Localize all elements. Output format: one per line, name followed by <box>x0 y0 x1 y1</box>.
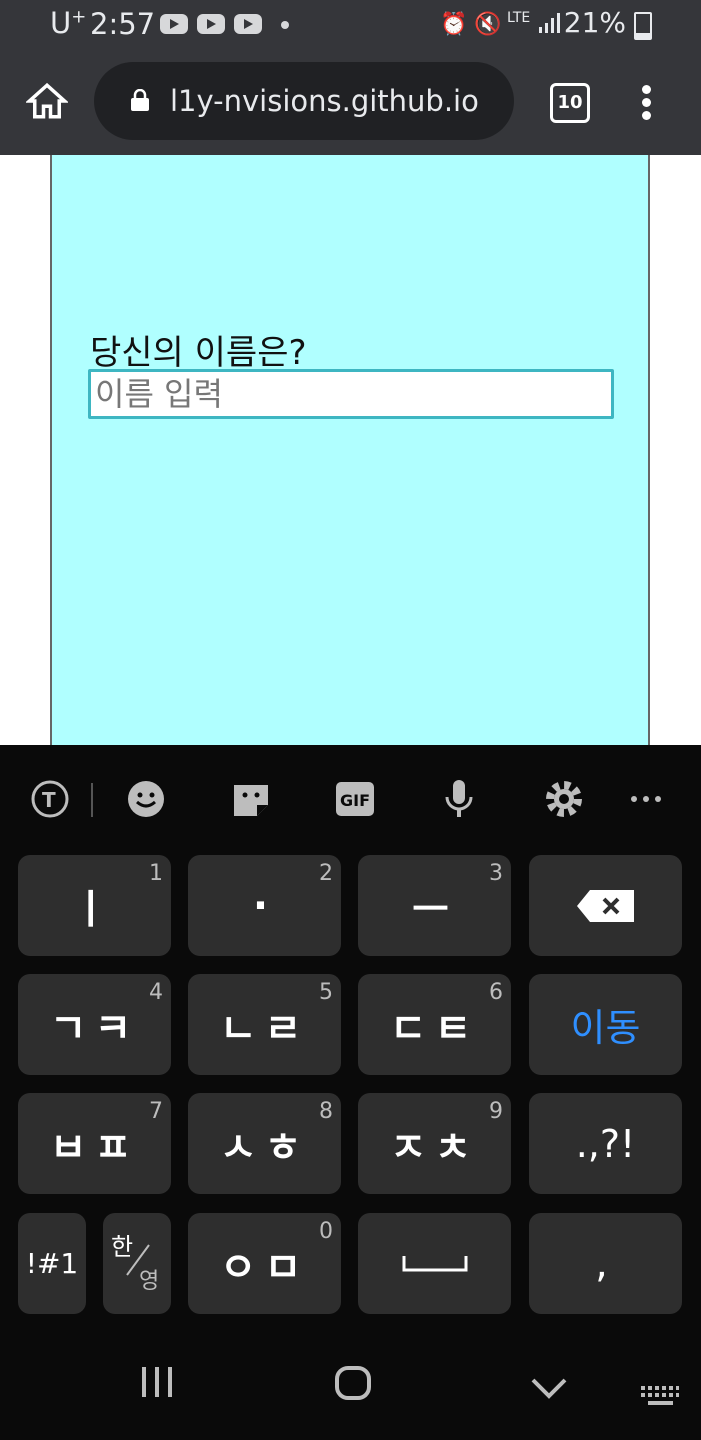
key-label: !#1 <box>25 1247 79 1280</box>
mute-icon: 🔇 <box>474 12 502 37</box>
youtube-notification-icon <box>197 14 225 34</box>
key-label: ㅡ <box>412 886 457 933</box>
key-number: 6 <box>489 980 503 1005</box>
settings-icon[interactable] <box>542 777 586 821</box>
comma-key[interactable]: , <box>529 1213 682 1314</box>
next-key[interactable]: 이동 <box>529 974 682 1075</box>
mic-icon[interactable] <box>437 777 481 821</box>
youtube-notification-icon <box>160 14 188 34</box>
key-label: ㅇㅁ <box>219 1244 310 1291</box>
name-question: 당신의 이름은? <box>90 333 307 373</box>
key-bieup-pieup[interactable]: 7 ㅂㅍ <box>18 1093 171 1194</box>
overflow-menu-button[interactable] <box>640 85 652 121</box>
key-label: · <box>252 882 277 929</box>
key-label: ㅈㅊ <box>389 1124 480 1171</box>
name-input[interactable] <box>88 369 614 419</box>
key-number: 4 <box>149 980 163 1005</box>
more-icon[interactable] <box>624 777 668 821</box>
key-number: 5 <box>319 980 333 1005</box>
symbols-key[interactable]: !#1 <box>18 1213 86 1314</box>
key-label: , <box>595 1240 616 1287</box>
keyboard-switch-icon[interactable] <box>640 1385 680 1407</box>
home-nav-icon[interactable] <box>334 1365 372 1401</box>
youtube-notification-icon <box>234 14 262 34</box>
space-key[interactable] <box>358 1213 511 1314</box>
home-button[interactable] <box>24 80 70 122</box>
key-siot-hieut[interactable]: 8 ㅅㅎ <box>188 1093 341 1194</box>
key-jieut-chieut[interactable]: 9 ㅈㅊ <box>358 1093 511 1194</box>
lang-english-label: 영 <box>139 1269 160 1294</box>
key-label: ㄴㄹ <box>219 1005 310 1052</box>
signal-icon <box>538 12 560 40</box>
key-label: ㄱㅋ <box>49 1005 140 1052</box>
battery-icon <box>634 12 652 40</box>
key-ieung-mieum[interactable]: 0 ㅇㅁ <box>188 1213 341 1314</box>
key-label: .,?! <box>575 1121 636 1166</box>
soft-keyboard: T GIF 1 ㅣ 2 · 3 ㅡ 4 ㄱㅋ 5 ㄴㄹ 6 ㄷㅌ 이동 7 ㅂㅍ… <box>0 745 701 1440</box>
language-switch-key[interactable]: 한 영 <box>103 1213 171 1314</box>
alarm-icon: ⏰ <box>440 12 468 37</box>
lte-icon: LTE <box>507 10 531 26</box>
key-vowel-dot[interactable]: 2 · <box>188 855 341 956</box>
home-icon <box>24 82 70 119</box>
key-nieun-rieul[interactable]: 5 ㄴㄹ <box>188 974 341 1075</box>
clock: 2:57 <box>90 7 156 41</box>
url-text: l1y-nvisions.github.io <box>170 84 479 118</box>
tab-switcher-button[interactable]: 10 <box>550 83 590 123</box>
key-number: 2 <box>319 861 333 886</box>
key-label: 이동 <box>570 1006 641 1050</box>
carrier-label: U+ <box>50 6 87 40</box>
key-vowel-eu[interactable]: 3 ㅡ <box>358 855 511 956</box>
key-digeut-tieut[interactable]: 6 ㄷㅌ <box>358 974 511 1075</box>
gif-icon[interactable]: GIF <box>333 777 377 821</box>
translate-icon[interactable]: T <box>28 777 72 821</box>
battery-percentage: 21% <box>563 6 626 39</box>
key-number: 1 <box>149 861 163 886</box>
key-label: ㅂㅍ <box>49 1124 140 1171</box>
menu-dot-icon <box>641 111 651 120</box>
key-number: 8 <box>319 1099 333 1124</box>
content-panel: 당신의 이름은? <box>50 155 650 745</box>
menu-dot-icon <box>641 85 651 94</box>
status-bar: U+ 2:57 ⏰ 🔇 LTE 21% <box>0 0 701 50</box>
key-giyeok-kieuk[interactable]: 4 ㄱㅋ <box>18 974 171 1075</box>
hide-keyboard-icon[interactable] <box>530 1377 568 1401</box>
toolbar-divider <box>91 783 93 817</box>
browser-toolbar: l1y-nvisions.github.io 10 <box>0 50 701 155</box>
space-icon <box>402 1255 467 1271</box>
key-label: ㄷㅌ <box>389 1005 480 1052</box>
svg-text:T: T <box>42 788 56 812</box>
key-label: ㅣ <box>72 886 117 933</box>
more-notifications-icon <box>281 21 289 29</box>
svg-text:GIF: GIF <box>340 791 370 810</box>
key-number: 9 <box>489 1099 503 1124</box>
key-number: 3 <box>489 861 503 886</box>
key-label: ㅅㅎ <box>219 1124 310 1171</box>
sticker-icon[interactable] <box>229 777 273 821</box>
backspace-icon <box>576 889 634 922</box>
web-page: 당신의 이름은? <box>0 155 701 745</box>
key-number: 0 <box>319 1219 333 1244</box>
backspace-key[interactable] <box>529 855 682 956</box>
address-bar[interactable]: l1y-nvisions.github.io <box>94 62 514 140</box>
key-number: 7 <box>149 1099 163 1124</box>
lock-icon <box>131 89 149 111</box>
recent-apps-icon[interactable] <box>140 1365 176 1399</box>
emoji-icon[interactable] <box>124 777 168 821</box>
menu-dot-icon <box>641 98 651 107</box>
punctuation-key[interactable]: .,?! <box>529 1093 682 1194</box>
key-vowel-i[interactable]: 1 ㅣ <box>18 855 171 956</box>
